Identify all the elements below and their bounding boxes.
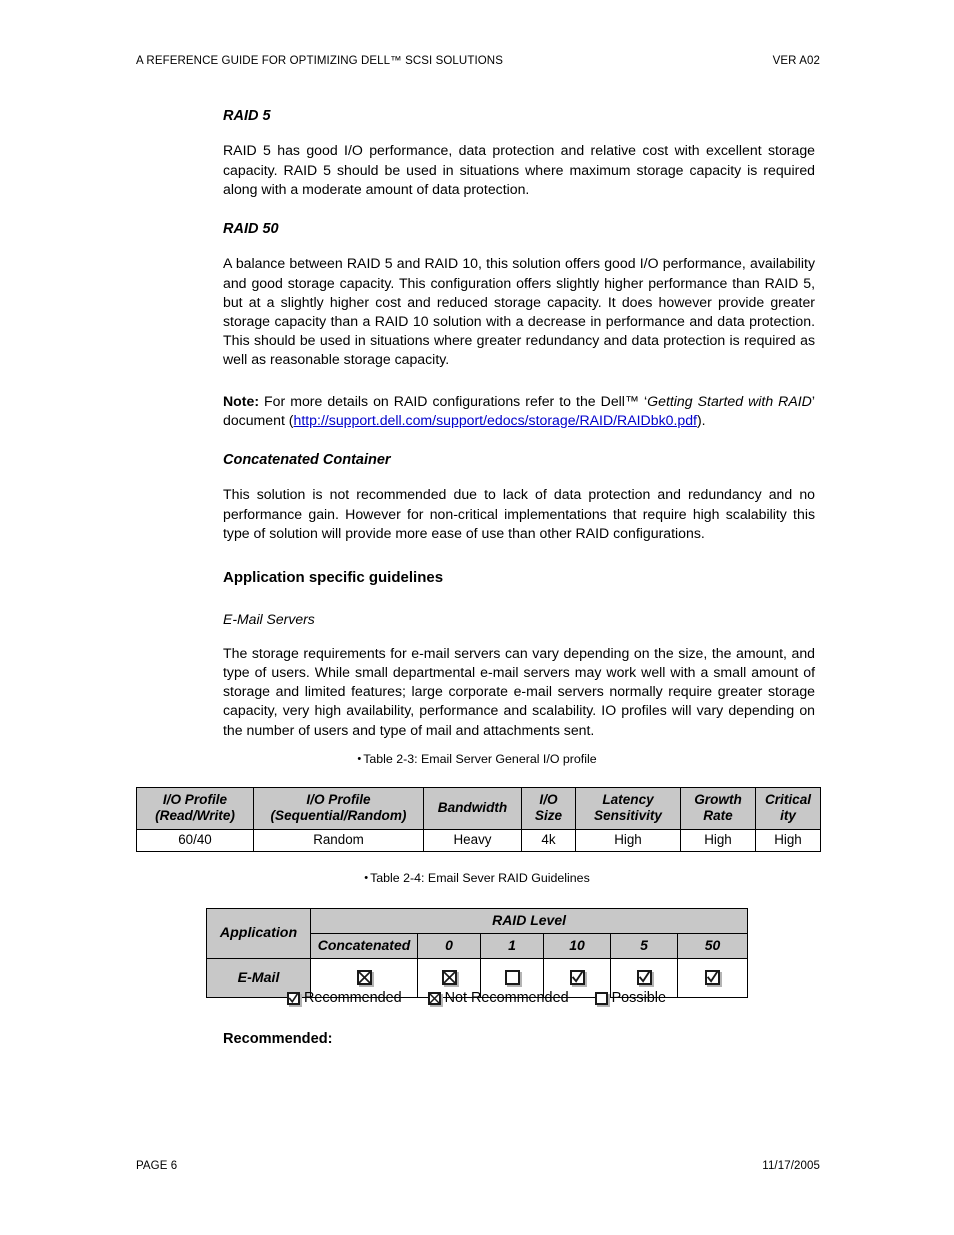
footer-date: 11/17/2005 [762, 1160, 820, 1172]
heading-raid5: RAID 5 [223, 108, 271, 124]
legend-item-recommended: Recommended [287, 989, 402, 1007]
cell-bandwidth: Heavy [423, 829, 522, 852]
checkbox-recommended-icon [636, 970, 652, 985]
col-header-bandwidth: Bandwidth [423, 787, 522, 830]
checkbox-not-recommended-icon [427, 991, 441, 1005]
footer-page-number: PAGE 6 [136, 1160, 178, 1172]
paragraph-concatenated-container: This solution is not recommended due to … [223, 486, 815, 541]
checkbox-not-recommended-icon [441, 970, 457, 985]
note-label: Note: [223, 392, 260, 409]
col-header-level-0: 0 [417, 933, 481, 959]
running-header: A REFERENCE GUIDE FOR OPTIMIZING DELL™ S… [136, 55, 820, 67]
legend-item-possible: Possible [594, 989, 666, 1007]
legend-item-not-recommended: Not Recommended [427, 989, 569, 1007]
col-header-io-size: I/O Size [521, 787, 576, 830]
col-header-application: Application [206, 908, 311, 959]
note-text-after: ). [696, 411, 706, 428]
paragraph-raid50: A balance between RAID 5 and RAID 10, th… [223, 255, 815, 368]
col-header-latency-sensitivity: Latency Sensitivity [575, 787, 681, 830]
col-header-growth-rate: Growth Rate [680, 787, 756, 830]
caption-table-2-3: • Table 2-3: Email Server General I/O pro… [0, 752, 954, 767]
raid-guide-link[interactable]: http://support.dell.com/support/edocs/st… [294, 412, 697, 428]
caption-table-2-4: • Table 2-4: Email Sever RAID Guidelines [0, 871, 954, 886]
col-header-raid-level: RAID Level [309, 908, 749, 934]
cell-io-size: 4k [521, 829, 576, 852]
col-header-io-profile-sequential-random: I/O Profile (Sequential/Random) [253, 787, 424, 830]
col-header-level-10: 10 [543, 933, 611, 959]
checkbox-legend: Recommended Not Recommended Possible [206, 989, 747, 1007]
checkbox-not-recommended-icon [356, 970, 372, 985]
cell-io-profile-read-write: 60/40 [136, 829, 254, 852]
checkbox-possible-icon [504, 970, 520, 985]
cell-io-profile-sequential-random: Random [253, 829, 424, 852]
paragraph-email-servers: The storage requirements for e-mail serv… [223, 644, 815, 738]
heading-concatenated-container: Concatenated Container [223, 452, 391, 469]
col-header-level-5: 5 [610, 933, 678, 959]
note-doc-title: Getting Started with RAID [647, 392, 812, 409]
col-header-io-profile-read-write: I/O Profile (Read/Write) [136, 787, 254, 830]
document-page: A REFERENCE GUIDE FOR OPTIMIZING DELL™ S… [0, 0, 954, 1235]
header-title: A REFERENCE GUIDE FOR OPTIMIZING DELL™ S… [136, 55, 503, 67]
paragraph-note: Note: For more details on RAID configura… [223, 392, 815, 430]
paragraph-raid5: RAID 5 has good I/O performance, data pr… [223, 142, 815, 197]
legend-label: Possible [611, 990, 666, 1006]
cell-latency-sensitivity: High [575, 829, 681, 852]
col-header-level-1: 1 [480, 933, 544, 959]
table-io-profile: I/O Profile (Read/Write) I/O Profile (Se… [136, 787, 821, 852]
col-header-criticality: Critical ity [755, 787, 821, 830]
document-body: RAID 5 RAID 5 has good I/O performance, … [223, 108, 815, 740]
col-header-level-concatenated: Concatenated [310, 933, 418, 959]
checkbox-recommended-icon [287, 991, 300, 1005]
heading-recommended: Recommended: [223, 1031, 333, 1047]
table-header-row: I/O Profile (Read/Write) I/O Profile (Se… [136, 787, 821, 830]
running-footer: PAGE 6 11/17/2005 [136, 1160, 820, 1172]
heading-email-servers: E-Mail Servers [223, 611, 315, 628]
caption-text: Table 2-4: Email Sever RAID Guidelines [370, 871, 590, 885]
legend-label: Not Recommended [444, 990, 569, 1006]
table-header-row-group: Application RAID Level [206, 908, 749, 959]
heading-raid50: RAID 50 [223, 221, 279, 237]
caption-text: Table 2-3: Email Server General I/O prof… [363, 752, 597, 766]
cell-growth-rate: High [680, 829, 756, 852]
legend-label: Recommended [304, 990, 402, 1006]
col-header-level-50: 50 [676, 933, 749, 959]
header-version: VER A02 [772, 55, 820, 67]
cell-criticality: High [755, 829, 821, 852]
table-row: 60/40 Random Heavy 4k High High High [136, 829, 821, 852]
table-raid-guidelines: Application RAID Level Concatenated 0 1 … [206, 908, 749, 998]
heading-application-specific-guidelines: Application specific guidelines [223, 569, 444, 587]
note-text-before: For more details on RAID configurations … [259, 392, 648, 409]
checkbox-recommended-icon [705, 970, 721, 985]
checkbox-recommended-icon [569, 970, 585, 985]
checkbox-possible-icon [594, 991, 608, 1005]
